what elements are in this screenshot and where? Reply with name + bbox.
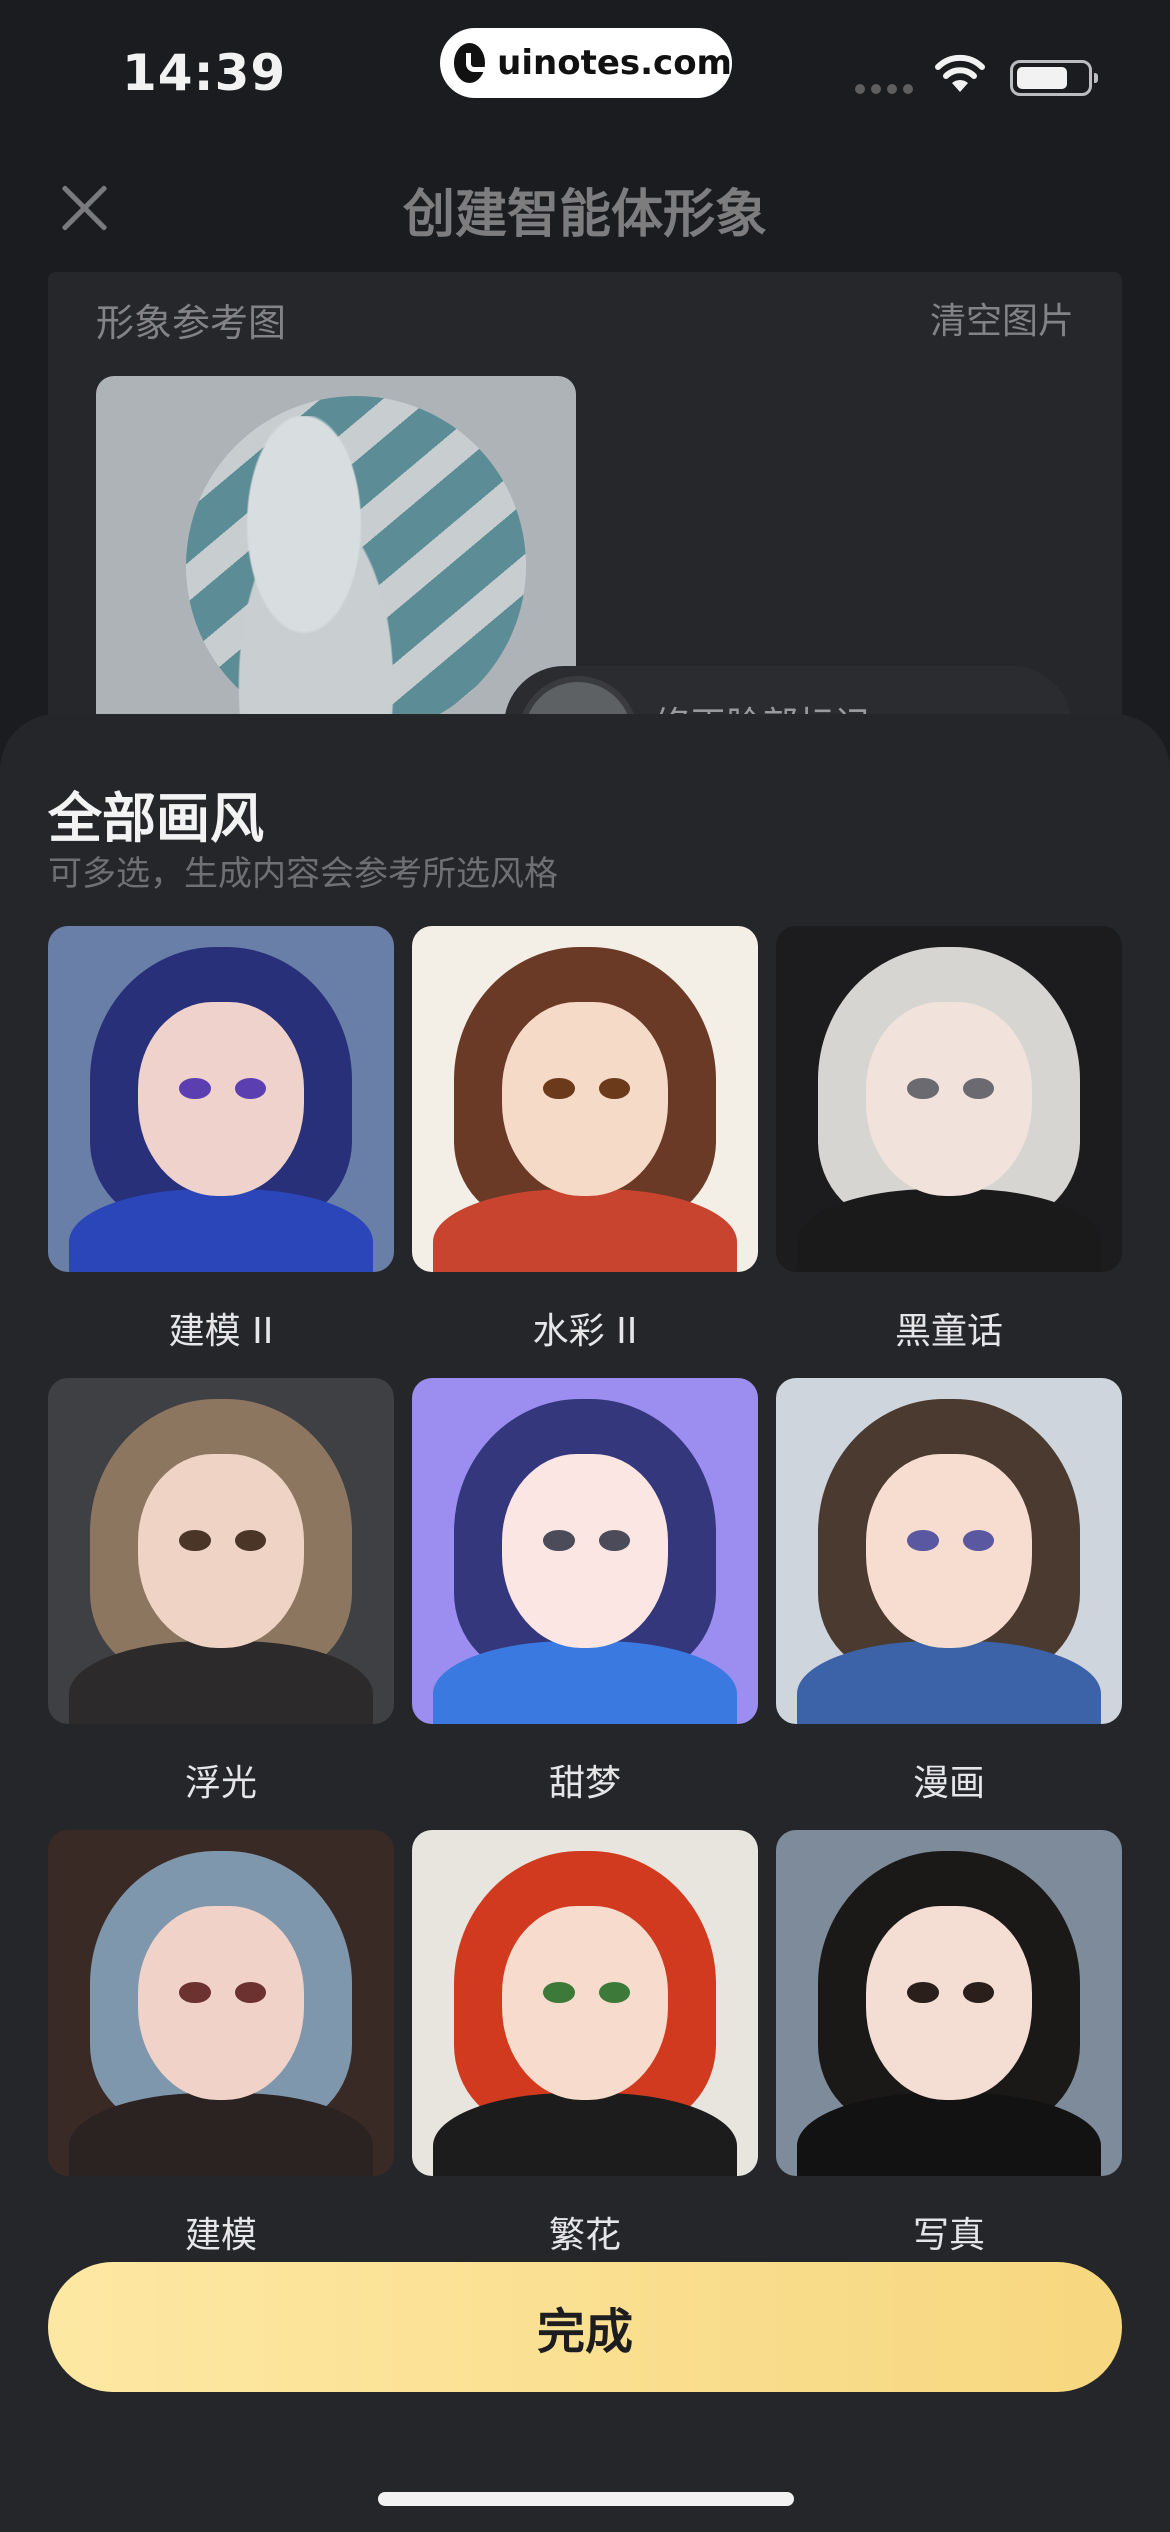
portrait-shoulders bbox=[796, 1640, 1102, 1724]
style-picker-sheet: 全部画风 可多选，生成内容会参考所选风格 建模 II 水彩 II 黑童话浮光 甜梦 漫画… bbox=[0, 714, 1170, 2532]
portrait-eye bbox=[598, 1530, 630, 1551]
style-thumbnail bbox=[776, 926, 1122, 1272]
style-label: 建模 bbox=[184, 2215, 257, 2256]
style-option[interactable]: 水彩 II bbox=[412, 926, 758, 1354]
portrait-eye bbox=[543, 1530, 575, 1551]
portrait-shoulders bbox=[68, 1188, 374, 1272]
portrait-eye bbox=[907, 1078, 939, 1099]
portrait-eye bbox=[234, 1078, 266, 1099]
portrait-shoulders bbox=[432, 1188, 738, 1272]
portrait-shoulders bbox=[796, 1188, 1102, 1272]
portrait-face bbox=[137, 1002, 305, 1196]
style-label: 建模 II bbox=[168, 1311, 274, 1352]
style-option[interactable]: 建模 II bbox=[48, 926, 394, 1354]
style-label: 黑童话 bbox=[894, 1311, 1003, 1352]
style-label: 写真 bbox=[912, 2215, 985, 2256]
watermark-text: uinotes.com bbox=[497, 43, 732, 83]
portrait-eye bbox=[179, 1982, 211, 2003]
portrait-eye bbox=[234, 1530, 266, 1551]
style-thumbnail bbox=[412, 1378, 758, 1724]
page-title: 创建智能体形象 bbox=[402, 185, 767, 245]
portrait-face bbox=[137, 1454, 305, 1648]
portrait-eye bbox=[598, 1982, 630, 2003]
style-label: 繁花 bbox=[548, 2215, 621, 2256]
style-option[interactable]: 写真 bbox=[776, 1830, 1122, 2258]
sheet-title: 全部画风 bbox=[48, 787, 264, 850]
portrait-face bbox=[137, 1906, 305, 2100]
style-thumbnail bbox=[776, 1830, 1122, 2176]
portrait-eye bbox=[962, 1530, 994, 1551]
status-bar: 14:39 uinotes.com bbox=[0, 0, 1170, 140]
style-option[interactable]: 漫画 bbox=[776, 1378, 1122, 1806]
status-time: 14:39 bbox=[122, 44, 287, 102]
watermark-logo-icon bbox=[454, 43, 493, 83]
style-label: 浮光 bbox=[184, 1763, 257, 1804]
style-label: 水彩 II bbox=[532, 1311, 638, 1352]
style-option[interactable]: 浮光 bbox=[48, 1378, 394, 1806]
portrait-eye bbox=[179, 1078, 211, 1099]
portrait-face bbox=[865, 1002, 1033, 1196]
portrait-eye bbox=[543, 1982, 575, 2003]
portrait-shoulders bbox=[68, 2092, 374, 2176]
portrait-eye bbox=[179, 1530, 211, 1551]
style-thumbnail bbox=[48, 1830, 394, 2176]
screen: 14:39 uinotes.com 创建智能体形象 形象参考图 清空图片 修正脸… bbox=[0, 0, 1170, 2532]
portrait-face bbox=[865, 1454, 1033, 1648]
portrait-eye bbox=[234, 1982, 266, 2003]
style-thumbnail bbox=[412, 1830, 758, 2176]
style-thumbnail bbox=[48, 926, 394, 1272]
portrait-face bbox=[501, 1906, 669, 2100]
style-thumbnail bbox=[412, 926, 758, 1272]
portrait-eye bbox=[543, 1078, 575, 1099]
portrait-face bbox=[865, 1906, 1033, 2100]
portrait-shoulders bbox=[432, 2092, 738, 2176]
home-indicator bbox=[378, 2492, 794, 2506]
watermark-badge: uinotes.com bbox=[440, 28, 732, 98]
style-option[interactable]: 繁花 bbox=[412, 1830, 758, 2258]
wifi-icon bbox=[935, 54, 985, 92]
cellular-signal-icon bbox=[855, 84, 913, 94]
portrait-eye bbox=[907, 1530, 939, 1551]
battery-icon bbox=[1010, 60, 1098, 96]
style-label: 漫画 bbox=[912, 1763, 985, 1804]
portrait-shoulders bbox=[68, 1640, 374, 1724]
style-thumbnail bbox=[48, 1378, 394, 1724]
sheet-subtitle: 可多选，生成内容会参考所选风格 bbox=[48, 854, 558, 894]
clear-images-button[interactable]: 清空图片 bbox=[930, 292, 1074, 344]
style-thumbnail bbox=[776, 1378, 1122, 1724]
portrait-eye bbox=[907, 1982, 939, 2003]
portrait-eye bbox=[962, 1982, 994, 2003]
done-button[interactable]: 完成 bbox=[48, 2262, 1122, 2392]
style-option[interactable]: 建模 bbox=[48, 1830, 394, 2258]
reference-image-label: 形象参考图 bbox=[96, 301, 287, 345]
style-option[interactable]: 甜梦 bbox=[412, 1378, 758, 1806]
portrait-eye bbox=[598, 1078, 630, 1099]
portrait-shoulders bbox=[432, 1640, 738, 1724]
portrait-face bbox=[501, 1002, 669, 1196]
portrait-eye bbox=[962, 1078, 994, 1099]
style-option[interactable]: 黑童话 bbox=[776, 926, 1122, 1354]
style-label: 甜梦 bbox=[548, 1763, 621, 1804]
portrait-face bbox=[501, 1454, 669, 1648]
portrait-shoulders bbox=[796, 2092, 1102, 2176]
